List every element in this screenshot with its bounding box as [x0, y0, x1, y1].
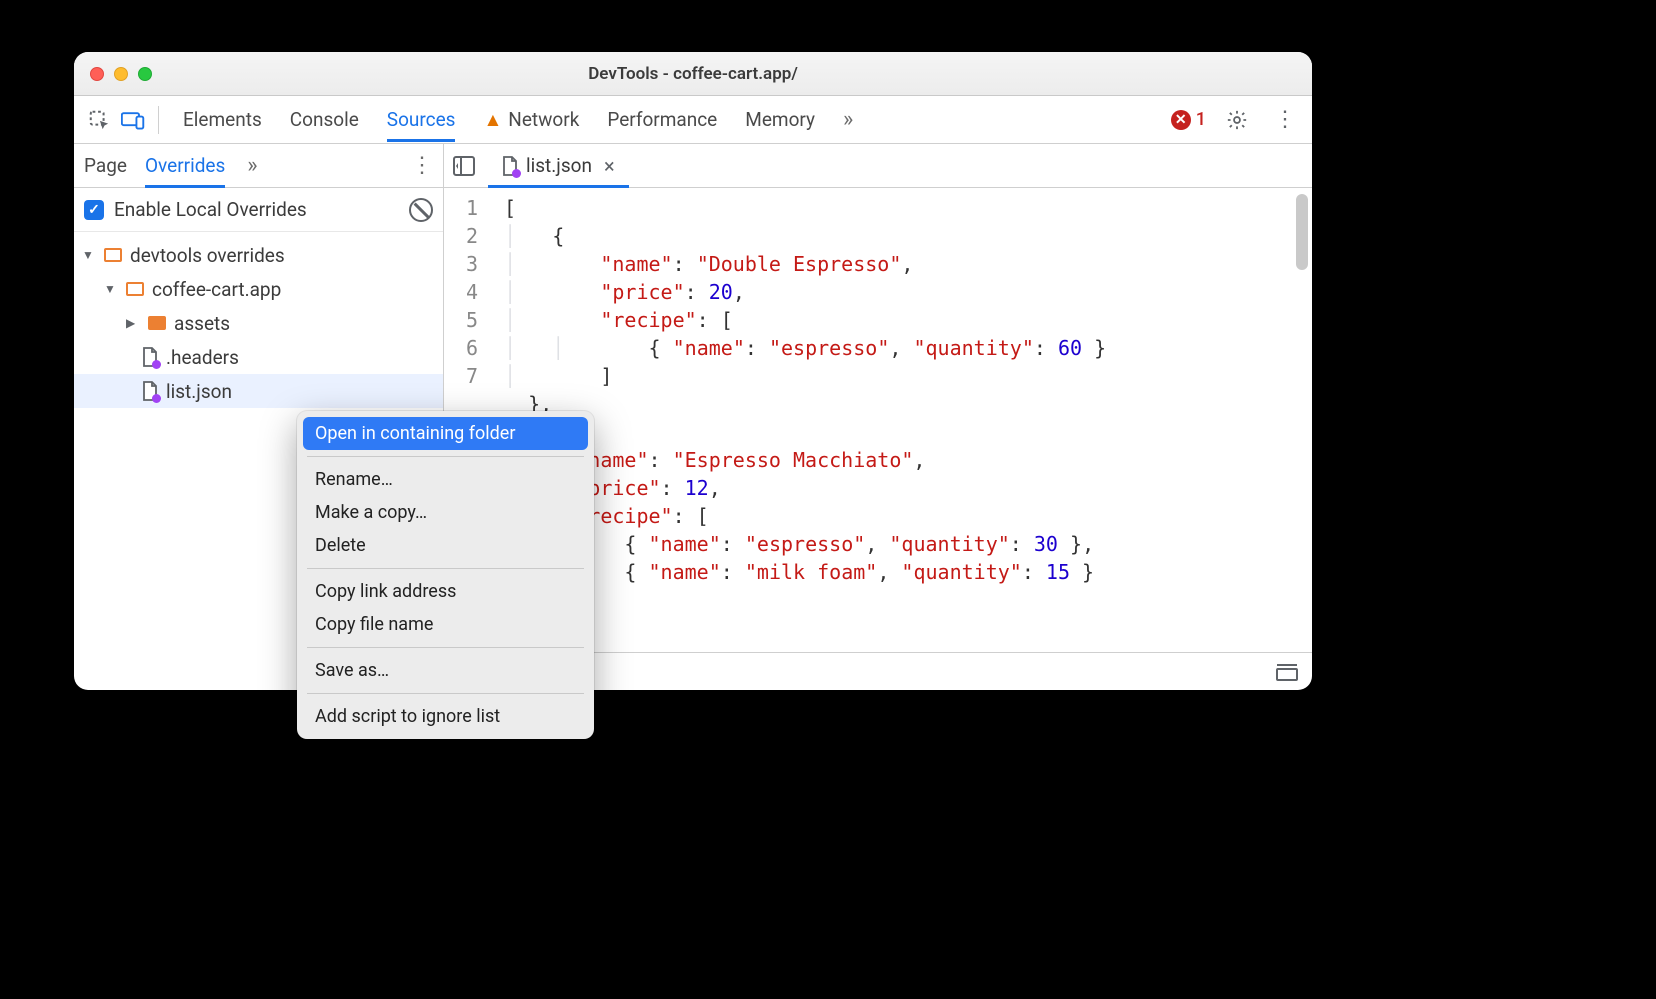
toolbar-separator: [158, 106, 159, 134]
editor-tab-label: list.json: [526, 154, 592, 177]
error-count: 1: [1196, 109, 1206, 130]
folder-closed-icon: [148, 316, 166, 330]
context-menu-separator: [307, 693, 584, 694]
context-menu: Open in containing folder Rename…Make a c…: [297, 411, 594, 739]
close-window-button[interactable]: [90, 67, 104, 81]
context-menu-item[interactable]: Copy link address: [303, 575, 588, 608]
file-override-icon: [142, 381, 158, 401]
tab-network[interactable]: ▲ Network: [483, 98, 579, 142]
enable-overrides-row: ✓ Enable Local Overrides: [74, 188, 443, 232]
tab-console[interactable]: Console: [290, 98, 359, 141]
enable-overrides-label: Enable Local Overrides: [114, 198, 307, 221]
device-toolbar-icon[interactable]: [116, 103, 150, 137]
tree-file-list-json[interactable]: list.json: [74, 374, 443, 408]
close-tab-icon[interactable]: ×: [604, 154, 615, 178]
navigator-tab-page[interactable]: Page: [84, 146, 127, 185]
context-menu-item[interactable]: Save as…: [303, 654, 588, 687]
tree-label: .headers: [166, 346, 239, 369]
context-menu-item[interactable]: Make a copy…: [303, 496, 588, 529]
error-icon: ✕: [1171, 110, 1191, 130]
tree-label: list.json: [166, 380, 232, 403]
panel-tabs: Elements Console Sources ▲ Network Perfor…: [183, 98, 847, 142]
expand-arrow-icon: ▼: [104, 282, 118, 296]
titlebar: DevTools - coffee-cart.app/: [74, 52, 1312, 96]
navigator-tab-overrides[interactable]: Overrides: [145, 146, 225, 185]
more-tabs-button[interactable]: »: [843, 107, 847, 132]
devtools-window: DevTools - coffee-cart.app/ Elements Con…: [74, 52, 1312, 690]
editor-tabstrip: list.json ×: [444, 144, 1312, 188]
toggle-navigator-icon[interactable]: [450, 152, 478, 180]
context-menu-separator: [307, 568, 584, 569]
enable-overrides-checkbox[interactable]: ✓: [84, 200, 104, 220]
context-menu-item[interactable]: Delete: [303, 529, 588, 562]
folder-open-icon: [104, 248, 122, 262]
collapse-arrow-icon: ▶: [126, 316, 140, 330]
tab-network-label: Network: [508, 108, 579, 131]
tab-memory[interactable]: Memory: [745, 98, 815, 141]
tree-folder-assets[interactable]: ▶ assets: [74, 306, 443, 340]
context-menu-item[interactable]: Rename…: [303, 463, 588, 496]
kebab-menu-icon[interactable]: ⋮: [1268, 103, 1302, 137]
clear-overrides-icon[interactable]: [409, 198, 433, 222]
settings-icon[interactable]: [1220, 103, 1254, 137]
navigator-tabs: Page Overrides » ⋮: [74, 144, 443, 188]
window-controls: [90, 67, 152, 81]
inspect-element-icon[interactable]: [82, 103, 116, 137]
scrollbar-thumb[interactable]: [1296, 194, 1308, 270]
context-menu-item[interactable]: Add script to ignore list: [303, 700, 588, 733]
context-menu-separator: [307, 456, 584, 457]
content-area: Page Overrides » ⋮ ✓ Enable Local Overri…: [74, 144, 1312, 690]
tab-elements[interactable]: Elements: [183, 98, 262, 141]
tab-sources[interactable]: Sources: [387, 98, 456, 141]
code-content[interactable]: [ │ { │ "name": "Double Espresso", │ "pr…: [488, 188, 1312, 652]
navigator-more-tabs[interactable]: »: [247, 153, 251, 178]
tree-file-headers[interactable]: .headers: [74, 340, 443, 374]
context-menu-item[interactable]: Copy file name: [303, 608, 588, 641]
tree-label: coffee-cart.app: [152, 278, 281, 301]
window-title: DevTools - coffee-cart.app/: [74, 64, 1312, 84]
devtools-toolbar: Elements Console Sources ▲ Network Perfor…: [74, 96, 1312, 144]
show-drawer-icon[interactable]: [1276, 663, 1298, 681]
tree-folder-root[interactable]: ▼ devtools overrides: [74, 238, 443, 272]
folder-open-icon: [126, 282, 144, 296]
tree-label: devtools overrides: [130, 244, 285, 267]
minimize-window-button[interactable]: [114, 67, 128, 81]
file-override-icon: [142, 347, 158, 367]
tree-label: assets: [174, 312, 230, 335]
warning-icon: ▲: [483, 108, 502, 131]
zoom-window-button[interactable]: [138, 67, 152, 81]
file-override-icon: [502, 156, 518, 176]
context-menu-separator: [307, 647, 584, 648]
context-menu-item[interactable]: Open in containing folder: [303, 417, 588, 450]
tree-folder-domain[interactable]: ▼ coffee-cart.app: [74, 272, 443, 306]
tab-performance[interactable]: Performance: [607, 98, 717, 141]
error-badge[interactable]: ✕ 1: [1171, 109, 1206, 130]
expand-arrow-icon: ▼: [82, 248, 96, 262]
navigator-kebab-icon[interactable]: ⋮: [411, 153, 433, 178]
editor-tab-list-json[interactable]: list.json ×: [488, 144, 629, 187]
